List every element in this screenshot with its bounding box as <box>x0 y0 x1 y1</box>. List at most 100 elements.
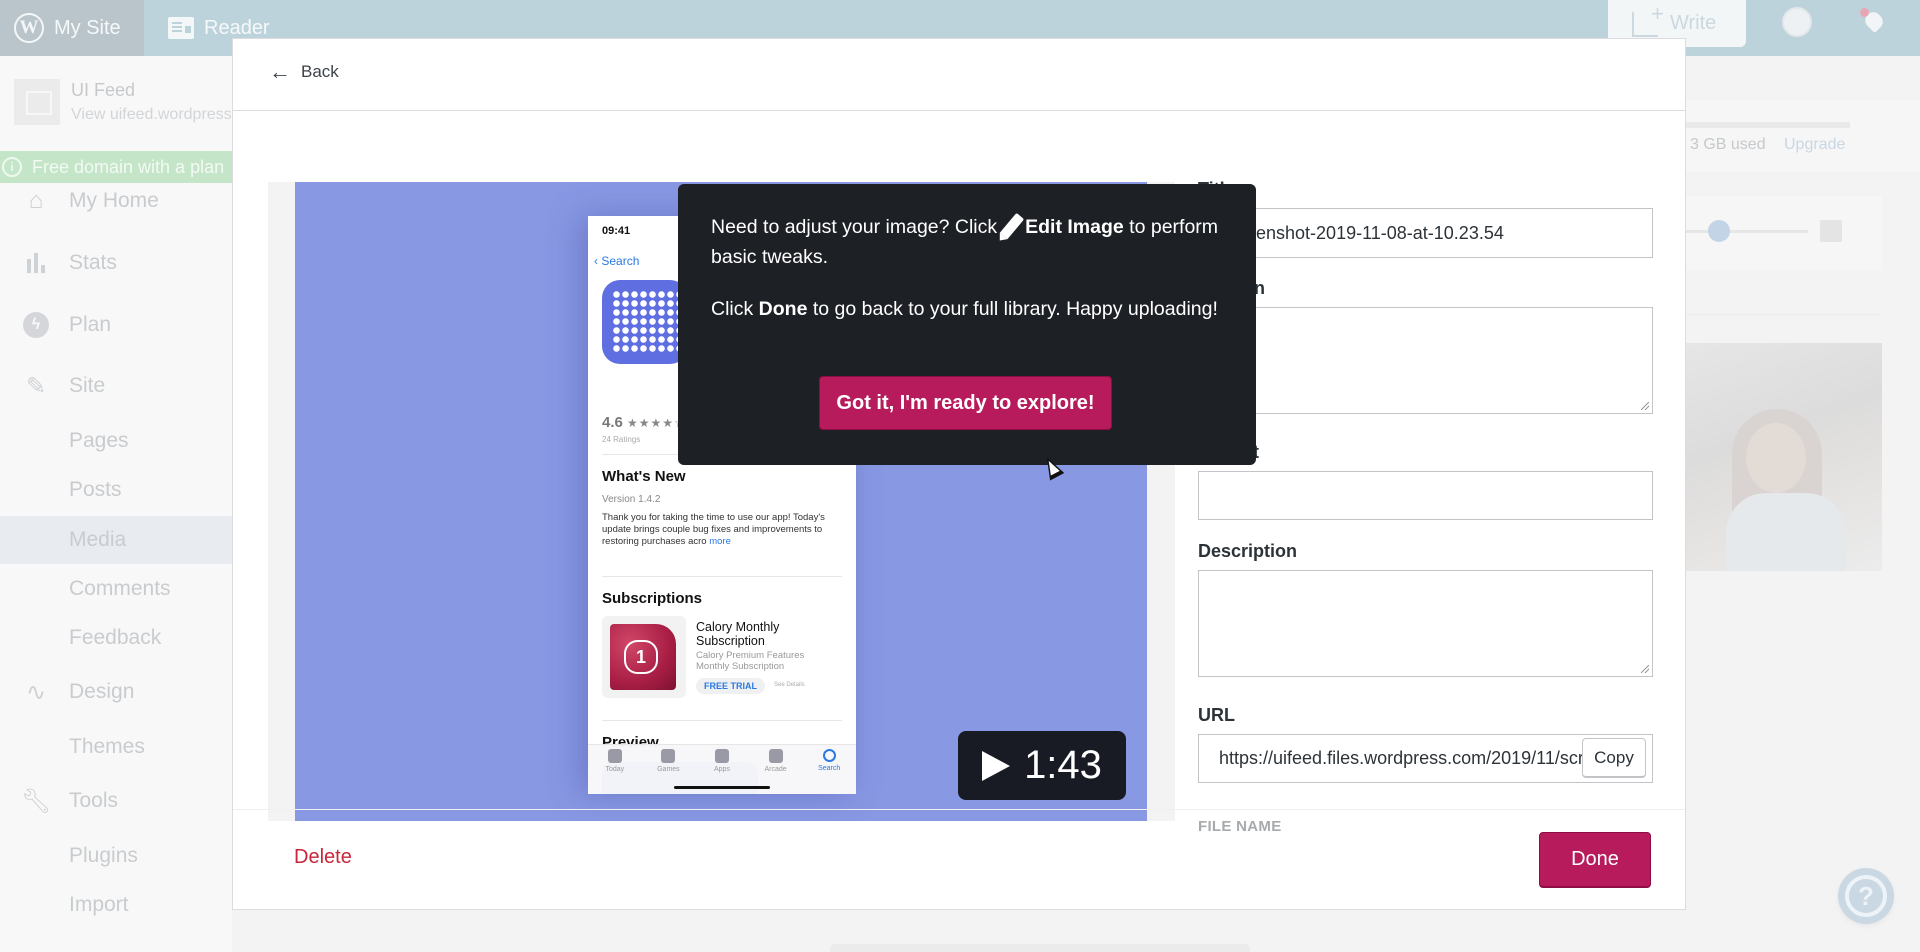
url-value: https://uifeed.files.wordpress.com/2019/… <box>1219 748 1589 768</box>
stats-icon <box>22 249 50 277</box>
reader-icon <box>168 17 194 39</box>
notification-dot <box>1860 8 1869 17</box>
tour-text-2: Click Done to go back to your full libra… <box>711 298 1218 320</box>
sidebar-item-label: Comments <box>69 577 171 600</box>
caption-textarea[interactable] <box>1198 307 1653 414</box>
sidebar-item-label: Plugins <box>69 844 138 867</box>
site-card[interactable]: UI Feed View uifeed.wordpress.com <box>0 56 266 148</box>
sidebar-item-media[interactable]: Media <box>0 516 232 564</box>
site-icon <box>14 79 60 125</box>
notifications-button[interactable] <box>1860 8 1887 34</box>
subscription-image: 1 <box>602 616 686 698</box>
my-site-label: My Site <box>54 16 121 39</box>
tools-icon: 🔧︎ <box>20 787 52 815</box>
alt-text-input[interactable] <box>1198 471 1653 520</box>
sidebar-item-site[interactable]: ✎ Site <box>0 363 232 409</box>
see-details: See Details <box>774 682 805 688</box>
free-trial-badge: FREE TRIAL <box>696 678 765 694</box>
sidebar-item-label: Pages <box>69 429 129 452</box>
sidebar-item-plugins[interactable]: Plugins <box>0 833 232 879</box>
sidebar-item-label: Plan <box>69 313 112 336</box>
pencil-icon <box>999 212 1025 240</box>
modal-footer: Delete Done <box>233 809 1685 909</box>
plan-icon: ϟ <box>22 311 50 339</box>
zoom-slider[interactable] <box>1686 230 1808 233</box>
version-text: Version 1.4.2 <box>602 494 661 505</box>
sidebar-item-tools[interactable]: 🔧︎ Tools <box>0 778 232 824</box>
subscription-title: Calory Monthly Subscription <box>696 620 780 648</box>
design-icon: ∿ <box>25 678 47 706</box>
my-site-button[interactable]: W My Site <box>0 0 144 56</box>
media-fields: Title Screenshot-2019-11-08-at-10.23.54 … <box>1198 112 1658 847</box>
home-icon: ⌂ <box>28 187 44 214</box>
sidebar-item-label: Site <box>69 374 106 397</box>
done-button[interactable]: Done <box>1539 832 1651 888</box>
divider <box>1686 314 1882 315</box>
wordpress-logo-icon: W <box>14 13 44 43</box>
sidebar-item-label: Themes <box>69 735 145 758</box>
reader-label: Reader <box>204 16 270 39</box>
storage-used-text: 3 GB used <box>1690 136 1766 153</box>
tour-text-1: Need to adjust your image? Click Edit Ima… <box>711 212 1223 272</box>
sidebar-item-posts[interactable]: Posts <box>0 467 232 513</box>
video-duration: 1:43 <box>1024 743 1102 787</box>
title-input[interactable]: Screenshot-2019-11-08-at-10.23.54 <box>1198 208 1653 258</box>
upgrade-link[interactable]: Upgrade <box>1784 136 1845 154</box>
avatar[interactable] <box>1782 7 1812 37</box>
back-label: Back <box>301 62 339 81</box>
sidebar-item-label: Posts <box>69 478 122 501</box>
bottom-bar <box>830 944 1250 952</box>
url-input[interactable]: https://uifeed.files.wordpress.com/2019/… <box>1198 734 1653 783</box>
description-label: Description <box>1198 541 1298 561</box>
modal-header: ← Back <box>233 39 1685 111</box>
sidebar-item-label: My Home <box>69 189 159 212</box>
sidebar-item-plan[interactable]: ϟ Plan <box>0 302 232 348</box>
video-duration-badge[interactable]: 1:43 <box>958 731 1126 800</box>
ratings-count: 24 Ratings <box>602 435 641 444</box>
phone-back: ‹ Search <box>594 254 640 268</box>
image-icon <box>1820 220 1842 242</box>
sidebar-item-comments[interactable]: Comments <box>0 566 232 612</box>
sidebar-item-themes[interactable]: Themes <box>0 724 232 770</box>
sidebar-item-design[interactable]: ∿ Design <box>0 669 232 715</box>
play-icon <box>982 750 1011 781</box>
sidebar-item-stats[interactable]: Stats <box>0 240 232 286</box>
sidebar-item-label: Feedback <box>69 626 162 649</box>
sidebar-item-feedback[interactable]: Feedback <box>0 615 232 661</box>
domain-banner-text: Free domain with a plan <box>32 156 225 177</box>
media-edit-modal: ← Back 09:41 ‹ Search 4.6 ★★★★☆ 24 Ratin… <box>232 38 1686 910</box>
pencil-icon: ✎ <box>25 372 47 400</box>
app-icon <box>602 280 688 364</box>
sidebar: UI Feed View uifeed.wordpress.com i Free… <box>0 56 266 952</box>
media-thumbnail[interactable] <box>1686 343 1882 571</box>
sidebar-item-import[interactable]: Import <box>0 882 232 928</box>
site-title: UI Feed <box>71 80 136 100</box>
sidebar-item-label: Tools <box>69 789 119 812</box>
delete-button[interactable]: Delete <box>294 846 352 869</box>
subscription-desc: Calory Premium Features Monthly Subscrip… <box>696 650 805 672</box>
release-notes: Thank you for taking the time to use our… <box>602 512 825 547</box>
write-label: Write <box>1670 12 1717 34</box>
sidebar-item-pages[interactable]: Pages <box>0 418 232 464</box>
whats-new-heading: What's New <box>602 468 686 485</box>
app-rating: 4.6 ★★★★☆ <box>602 414 686 431</box>
storage-bar <box>1686 122 1850 128</box>
sidebar-item-my-home[interactable]: ⌂ My Home <box>0 178 232 224</box>
back-button[interactable]: ← Back <box>269 61 339 83</box>
phone-time: 09:41 <box>602 225 631 237</box>
sidebar-item-label: Import <box>69 893 129 916</box>
tour-dismiss-button[interactable]: Got it, I'm ready to explore! <box>819 376 1112 430</box>
arrow-left-icon: ← <box>269 59 291 84</box>
tour-tooltip: Need to adjust your image? Click Edit Ima… <box>678 184 1256 465</box>
help-icon: ? <box>1845 875 1887 917</box>
sidebar-item-label: Media <box>69 528 127 551</box>
description-textarea[interactable] <box>1198 570 1653 677</box>
subscriptions-heading: Subscriptions <box>602 590 703 607</box>
sidebar-item-label: Design <box>69 680 135 703</box>
help-button[interactable]: ? <box>1838 868 1894 924</box>
copy-url-button[interactable]: Copy <box>1582 738 1646 778</box>
info-icon: i <box>2 157 22 177</box>
write-icon <box>1632 1 1664 37</box>
zoom-slider-thumb[interactable] <box>1708 220 1730 242</box>
url-label: URL <box>1198 705 1235 725</box>
